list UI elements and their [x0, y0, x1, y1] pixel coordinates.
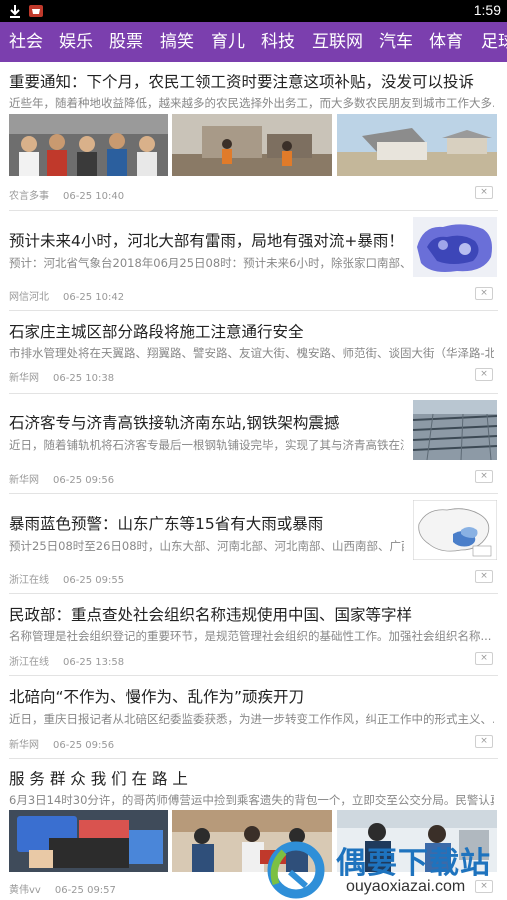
- news-thumbnail[interactable]: [413, 500, 497, 560]
- divider: [9, 210, 498, 211]
- divider: [9, 493, 498, 494]
- tab-gupiao[interactable]: 股票: [109, 22, 143, 62]
- watermark-url: ouyaoxiazai.com: [346, 878, 466, 895]
- tab-yuer[interactable]: 育儿: [211, 22, 245, 62]
- tab-zuqiu[interactable]: 足球: [481, 22, 507, 62]
- news-title[interactable]: 石家庄主城区部分路段将施工注意通行安全: [9, 320, 499, 342]
- news-source: 网信河北: [9, 292, 49, 303]
- shopping-bag-icon: [29, 5, 43, 17]
- watermark-logo: 偶要下载站 ouyaoxiazai.com: [262, 836, 507, 900]
- clock: 1:59: [473, 2, 501, 18]
- tab-qiche[interactable]: 汽车: [379, 22, 413, 62]
- dismiss-button[interactable]: ×: [475, 287, 493, 300]
- news-item[interactable]: 北碚向“不作为、慢作为、乱作为”顽疾开刀 近日，重庆日报记者从北碚区纪委监委获悉…: [0, 677, 507, 760]
- news-feed[interactable]: 重要通知：下个月，农民工领工资时要注意这项补贴，没发可以投诉 近些年，随着种地收…: [0, 62, 507, 900]
- news-title[interactable]: 预计未来4小时，河北大部有雷雨，局地有强对流+暴雨！: [9, 229, 404, 251]
- divider: [9, 393, 498, 394]
- news-item[interactable]: 民政部：重点查处社会组织名称违规使用中国、国家等字样 名称管理是社会组织登记的重…: [0, 595, 507, 677]
- news-date: 06-25 10:40: [63, 191, 125, 202]
- news-meta: 新华网 06-25 10:38: [9, 369, 114, 384]
- news-source: 浙江在线: [9, 575, 49, 586]
- news-source: 新华网: [9, 740, 39, 751]
- dismiss-button[interactable]: ×: [475, 470, 493, 483]
- news-summary: 名称管理是社会组织登记的重要环节，是规范管理社会组织的基础性工作。加强社会组织名…: [9, 629, 492, 643]
- news-summary: 6月3日14时30分许，的哥芮师傅营运中捡到乘客遗失的背包一个，立即交至公交分局…: [9, 793, 494, 807]
- news-thumbnail[interactable]: [413, 400, 497, 460]
- news-title[interactable]: 服 务 群 众 我 们 在 路 上: [9, 767, 499, 789]
- news-thumbnail[interactable]: [337, 114, 497, 176]
- category-tab-bar[interactable]: 社会 娱乐 股票 搞笑 育儿 科技 互联网 汽车 体育 足球: [0, 22, 507, 62]
- news-date: 06-25 09:55: [63, 575, 125, 586]
- news-title[interactable]: 重要通知：下个月，农民工领工资时要注意这项补贴，没发可以投诉: [9, 70, 499, 92]
- tab-gaoxiao[interactable]: 搞笑: [160, 22, 194, 62]
- news-source: 浙江在线: [9, 657, 49, 668]
- watermark-title: 偶要下载站: [336, 846, 491, 881]
- dismiss-button[interactable]: ×: [475, 186, 493, 199]
- news-thumbnail[interactable]: [172, 114, 332, 176]
- news-date: 06-25 09:56: [53, 740, 115, 751]
- news-item[interactable]: 石济客专与济青高铁接轨济南东站,钢铁架构震撼 近日，随着铺轨机将石济客专最后一根…: [0, 395, 507, 495]
- tab-yule[interactable]: 娱乐: [59, 22, 93, 62]
- divider: [9, 310, 498, 311]
- news-item[interactable]: 暴雨蓝色预警：山东广东等15省有大雨或暴雨 预计25日08时至26日08时，山东…: [0, 495, 507, 595]
- download-icon: [10, 5, 20, 18]
- news-source: 新华网: [9, 373, 39, 384]
- dismiss-button[interactable]: ×: [475, 652, 493, 665]
- news-title[interactable]: 民政部：重点查处社会组织名称违规使用中国、国家等字样: [9, 603, 499, 625]
- tab-keji[interactable]: 科技: [261, 22, 295, 62]
- news-summary: 近些年，随着种地收益降低，越来越多的农民选择外出务工，而大多数农民朋友到城市工作…: [9, 96, 494, 110]
- news-thumbnail[interactable]: [413, 217, 497, 277]
- news-date: 06-25 09:56: [53, 475, 115, 486]
- news-source: 黄伟vv: [9, 885, 41, 896]
- news-meta: 浙江在线 06-25 13:58: [9, 653, 124, 668]
- news-meta: 新华网 06-25 09:56: [9, 736, 114, 751]
- news-title[interactable]: 北碚向“不作为、慢作为、乱作为”顽疾开刀: [9, 685, 499, 707]
- dismiss-button[interactable]: ×: [475, 570, 493, 583]
- news-date: 06-25 13:58: [63, 657, 125, 668]
- news-meta: 浙江在线 06-25 09:55: [9, 571, 124, 586]
- tab-shehui[interactable]: 社会: [9, 22, 43, 62]
- news-summary: 预计：河北省气象台2018年06月25日08时：预计未来6小时，除张家口南部、.…: [9, 256, 404, 270]
- news-meta: 黄伟vv 06-25 09:57: [9, 881, 116, 896]
- news-source: 新华网: [9, 475, 39, 486]
- divider: [9, 593, 498, 594]
- news-thumbnail[interactable]: [9, 810, 168, 872]
- news-meta: 网信河北 06-25 10:42: [9, 288, 124, 303]
- news-meta: 农言多事 06-25 10:40: [9, 187, 124, 202]
- tab-hulianwang[interactable]: 互联网: [312, 22, 363, 62]
- divider: [9, 758, 498, 759]
- news-item[interactable]: 石家庄主城区部分路段将施工注意通行安全 市排水管理处将在天翼路、翔翼路、譬安路、…: [0, 312, 507, 395]
- news-summary: 近日，随着铺轨机将石济客专最后一根钢轨铺设完毕，实现了其与济青高铁在济...: [9, 438, 404, 452]
- tab-tiyu[interactable]: 体育: [429, 22, 463, 62]
- news-thumbnail[interactable]: [9, 114, 168, 176]
- news-date: 06-25 09:57: [54, 885, 116, 896]
- watermark-logo-icon: [267, 841, 325, 899]
- news-summary: 近日，重庆日报记者从北碚区纪委监委获悉，为进一步转变工作作风，纠正工作中的形式主…: [9, 712, 494, 726]
- news-date: 06-25 10:42: [63, 292, 125, 303]
- news-summary: 预计25日08时至26日08时，山东大部、河南北部、河北南部、山西南部、广西..…: [9, 539, 404, 553]
- dismiss-button[interactable]: ×: [475, 735, 493, 748]
- news-item[interactable]: 重要通知：下个月，农民工领工资时要注意这项补贴，没发可以投诉 近些年，随着种地收…: [0, 62, 507, 212]
- news-date: 06-25 10:38: [53, 373, 115, 384]
- news-title[interactable]: 暴雨蓝色预警：山东广东等15省有大雨或暴雨: [9, 512, 404, 534]
- divider: [9, 675, 498, 676]
- status-bar: 1:59: [0, 0, 507, 22]
- news-summary: 市排水管理处将在天翼路、翔翼路、譬安路、友谊大街、槐安路、师范街、谈固大街（华泽…: [9, 346, 494, 360]
- news-item[interactable]: 预计未来4小时，河北大部有雷雨，局地有强对流+暴雨！ 预计：河北省气象台2018…: [0, 212, 507, 312]
- news-source: 农言多事: [9, 191, 49, 202]
- dismiss-button[interactable]: ×: [475, 368, 493, 381]
- news-meta: 新华网 06-25 09:56: [9, 471, 114, 486]
- news-title[interactable]: 石济客专与济青高铁接轨济南东站,钢铁架构震撼: [9, 411, 404, 433]
